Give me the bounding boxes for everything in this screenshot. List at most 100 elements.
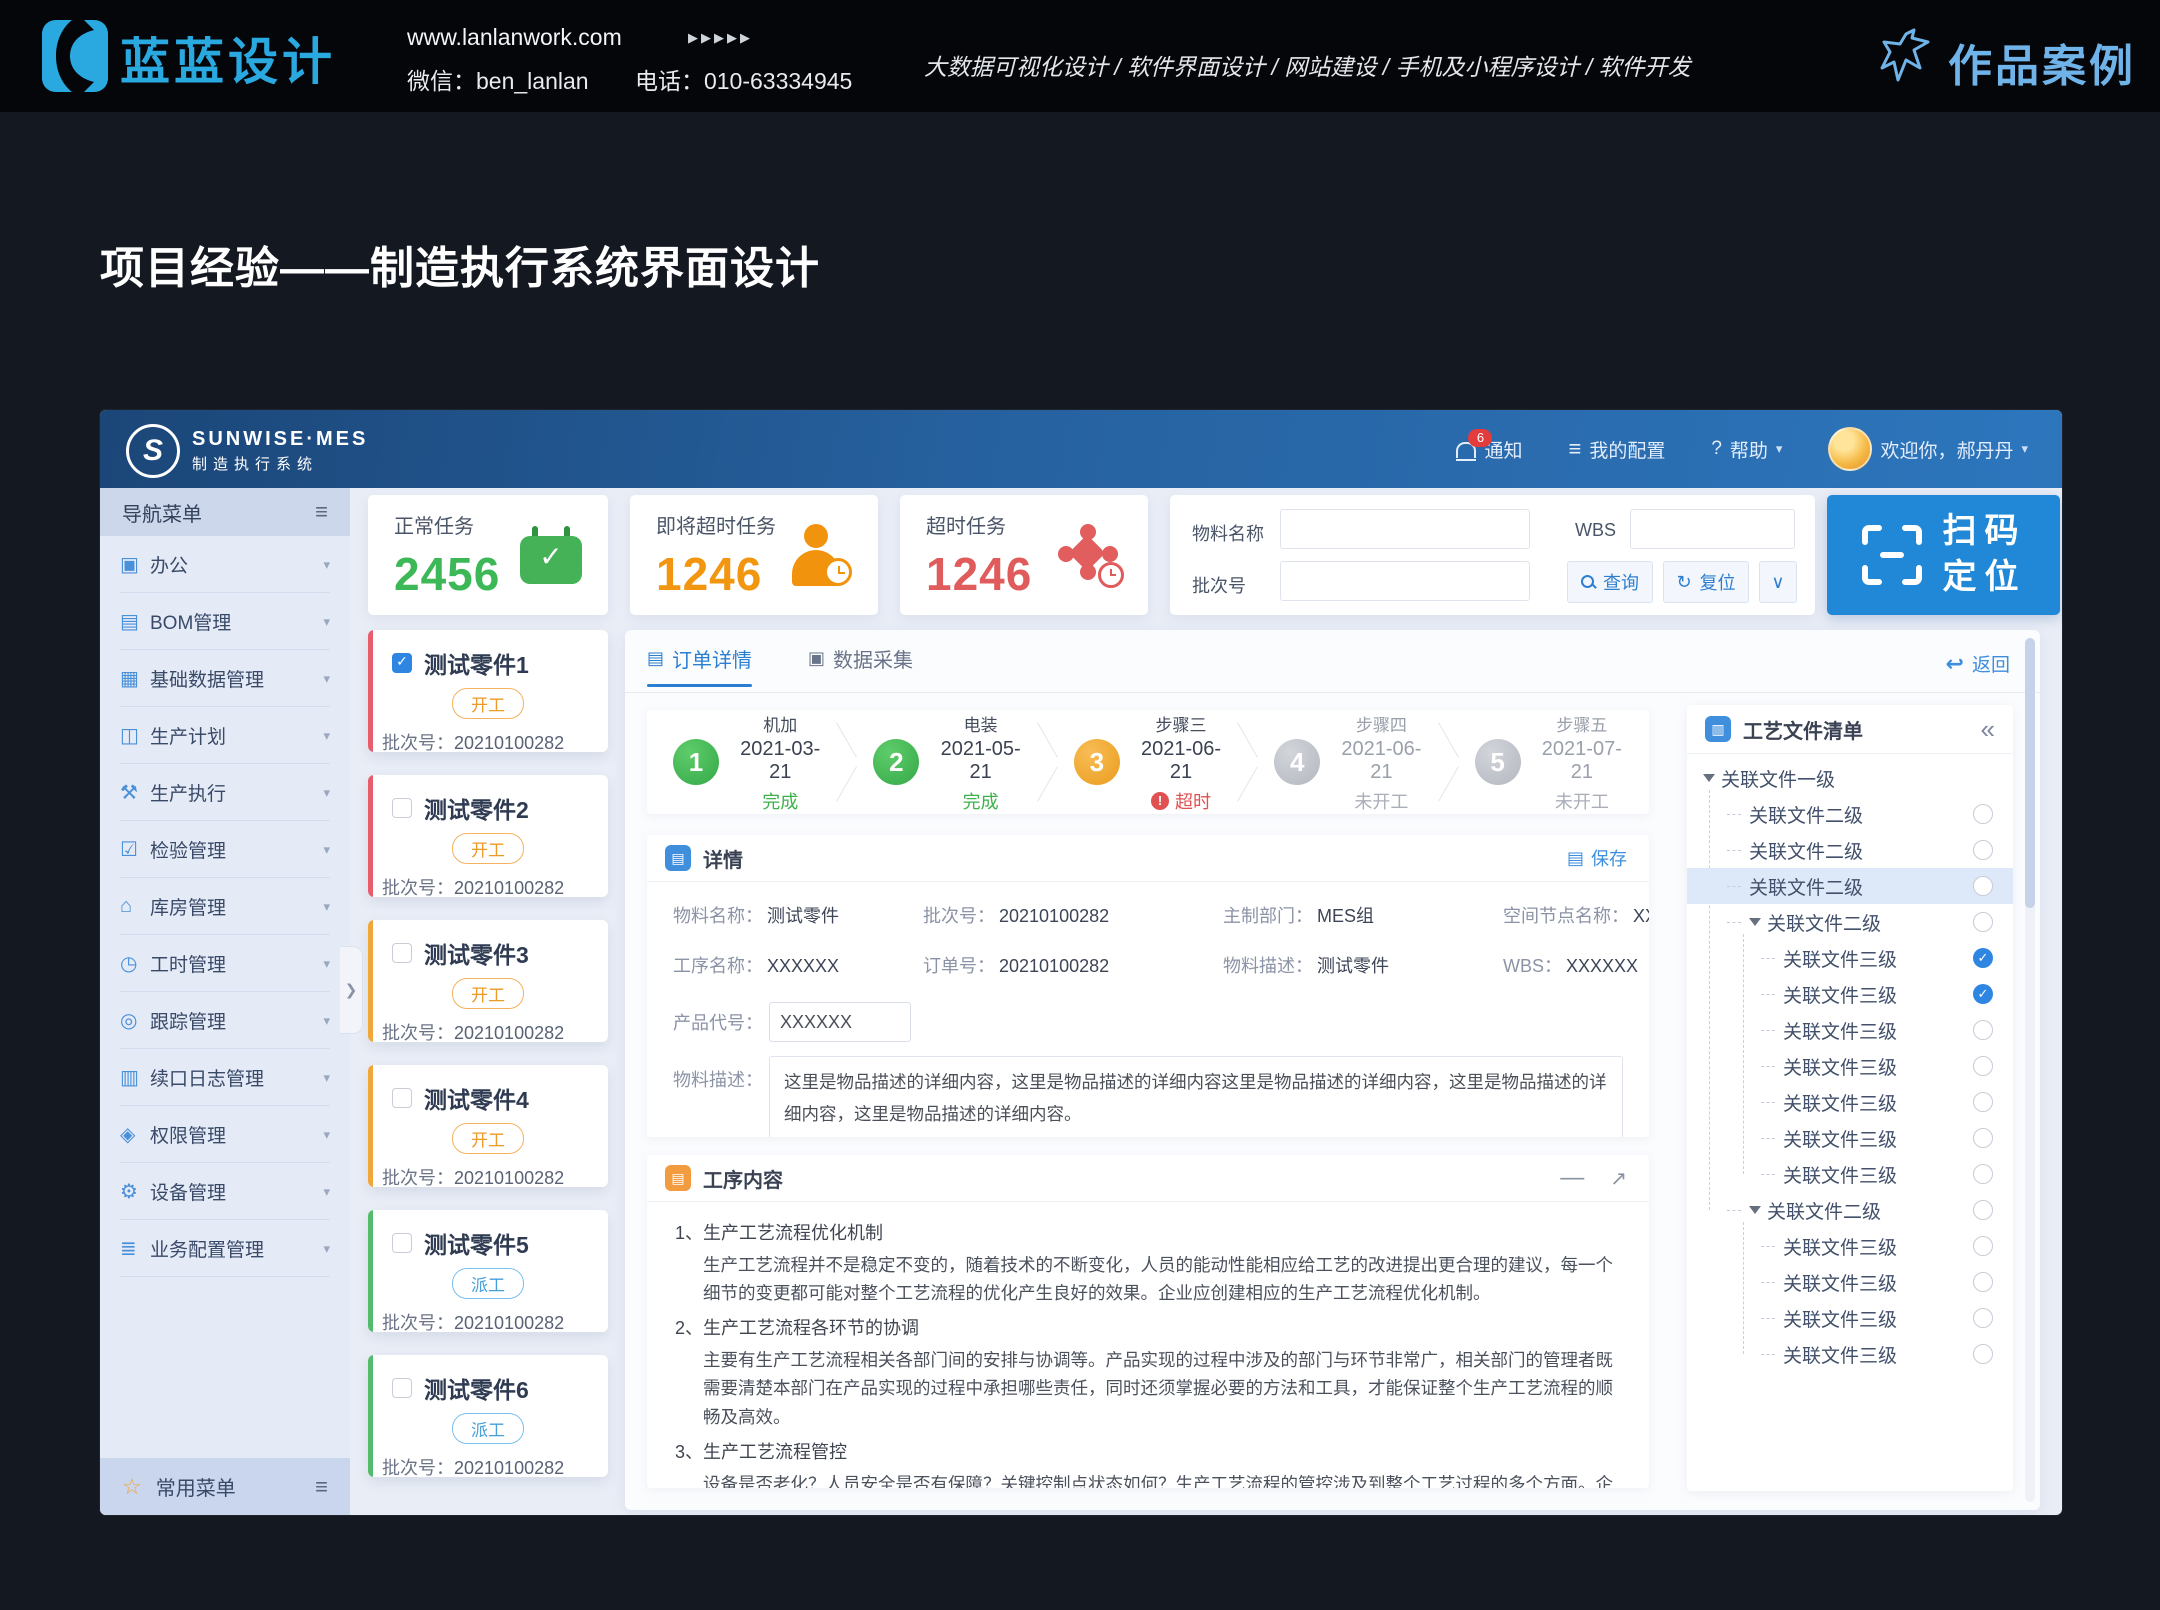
my-config-label: 我的配置: [1589, 436, 1665, 463]
material-name-input[interactable]: [1280, 509, 1530, 549]
radio-unchecked[interactable]: [1973, 1164, 1993, 1184]
save-button[interactable]: ▤ 保存: [1567, 845, 1627, 871]
my-config-button[interactable]: ≡ 我的配置: [1568, 436, 1665, 463]
bom-box-icon: ▤: [120, 609, 150, 634]
radio-checked[interactable]: [1973, 984, 1993, 1004]
radio-unchecked[interactable]: [1973, 840, 1993, 860]
tree-node-level3[interactable]: 关联文件三级: [1687, 940, 2013, 976]
radio-unchecked[interactable]: [1973, 1236, 1993, 1256]
tree-node-level1[interactable]: 关联文件一级: [1687, 760, 2013, 796]
radio-unchecked[interactable]: [1973, 1020, 1993, 1040]
mes-brand-sub: 制造执行系统: [192, 453, 368, 474]
sidebar-item-tracking[interactable]: ◎ 跟踪管理 ▾: [100, 992, 350, 1049]
material-desc-textarea[interactable]: 这里是物品描述的详细内容，这里是物品描述的详细内容这里是物品描述的详细内容，这里…: [769, 1056, 1623, 1137]
welcome-label: 欢迎你，郝丹丹: [1880, 436, 2013, 463]
back-button[interactable]: ↩ 返回: [1946, 650, 2010, 677]
query-button[interactable]: 查询: [1567, 561, 1653, 603]
reset-button[interactable]: ↻ 复位: [1663, 561, 1749, 603]
wbs-input[interactable]: [1630, 509, 1795, 549]
radio-unchecked[interactable]: [1973, 1056, 1993, 1076]
part-checkbox[interactable]: [392, 1233, 412, 1253]
radio-unchecked[interactable]: [1973, 876, 1993, 896]
part-checkbox[interactable]: [392, 798, 412, 818]
sidebar-item-warehouse[interactable]: ⌂ 库房管理 ▾: [100, 878, 350, 935]
tree-node-level3[interactable]: 关联文件三级: [1687, 1300, 2013, 1336]
help-menu[interactable]: ? 帮助 ▾: [1711, 436, 1782, 463]
tree-node-level2-selected[interactable]: 关联文件二级: [1687, 868, 2013, 904]
part-checkbox[interactable]: [392, 1378, 412, 1398]
radio-unchecked[interactable]: [1973, 1128, 1993, 1148]
batch-no-input[interactable]: [1280, 561, 1530, 601]
site-url[interactable]: www.lanlanwork.com: [407, 24, 622, 51]
sidebar-footer-favorites[interactable]: ☆ 常用菜单 ≡: [100, 1458, 350, 1515]
part-card-3[interactable]: 测试零件3 开工 批次号：20210100282: [368, 920, 608, 1042]
scan-locate-button[interactable]: 扫码 定位: [1827, 495, 2060, 615]
tree-node-level3[interactable]: 关联文件三级: [1687, 1228, 2013, 1264]
sidebar-item-business-config[interactable]: ≣ 业务配置管理 ▾: [100, 1220, 350, 1277]
radio-unchecked[interactable]: [1973, 1308, 1993, 1328]
user-menu[interactable]: 欢迎你，郝丹丹 ▾: [1828, 427, 2028, 471]
sidebar-expand-handle[interactable]: ❯: [340, 946, 363, 1034]
step-number: 5: [1475, 739, 1521, 785]
tree-dash: [1761, 1354, 1775, 1355]
expand-filters-button[interactable]: ∨: [1759, 561, 1797, 603]
tree-node-level3[interactable]: 关联文件三级: [1687, 1336, 2013, 1372]
scrollbar-thumb[interactable]: [2025, 638, 2035, 908]
menu-collapse-icon[interactable]: ≡: [315, 499, 328, 525]
qr-scan-icon: [1861, 524, 1923, 586]
radio-unchecked[interactable]: [1973, 1272, 1993, 1292]
services-menu: 大数据可视化设计 / 软件界面设计 / 网站建设 / 手机及小程序设计 / 软件…: [924, 48, 1824, 82]
tree-node-level3[interactable]: 关联文件三级: [1687, 976, 2013, 1012]
minimize-icon[interactable]: —: [1560, 1166, 1584, 1190]
part-card-6[interactable]: 测试零件6 派工 批次号：20210100282: [368, 1355, 608, 1477]
sidebar-item-production-exec[interactable]: ⚒ 生产执行 ▾: [100, 764, 350, 821]
sidebar-item-production-plan[interactable]: ◫ 生产计划 ▾: [100, 707, 350, 764]
tab-data-collection[interactable]: ▣ 数据采集: [808, 644, 913, 687]
tree-node-level2[interactable]: 关联文件二级: [1687, 1192, 2013, 1228]
collapse-panel-icon[interactable]: «: [1981, 716, 1995, 742]
radio-unchecked[interactable]: [1973, 1200, 1993, 1220]
sidebar-item-bom[interactable]: ▤ BOM管理 ▾: [100, 593, 350, 650]
help-icon: ?: [1711, 438, 1722, 460]
tree-node-level3[interactable]: 关联文件三级: [1687, 1264, 2013, 1300]
step-1: 1 机加 2021-03-21 完成: [647, 710, 847, 814]
part-checkbox[interactable]: [392, 653, 412, 673]
tree-node-level3[interactable]: 关联文件三级: [1687, 1084, 2013, 1120]
sidebar-item-work-hours[interactable]: ◷ 工时管理 ▾: [100, 935, 350, 992]
sidebar-item-inspection[interactable]: ☑ 检验管理 ▾: [100, 821, 350, 878]
tree-dash: [1761, 1282, 1775, 1283]
part-checkbox[interactable]: [392, 943, 412, 963]
expand-icon[interactable]: ↗: [1610, 1166, 1627, 1191]
radio-unchecked[interactable]: [1973, 912, 1993, 932]
sidebar-item-base-data[interactable]: ▦ 基础数据管理 ▾: [100, 650, 350, 707]
sidebar-item-permissions[interactable]: ◈ 权限管理 ▾: [100, 1106, 350, 1163]
product-code-input[interactable]: XXXXXX: [769, 1002, 911, 1042]
tree-node-level3[interactable]: 关联文件三级: [1687, 1012, 2013, 1048]
part-card-2[interactable]: 测试零件2 开工 批次号：20210100282: [368, 775, 608, 897]
part-card-4[interactable]: 测试零件4 开工 批次号：20210100282: [368, 1065, 608, 1187]
part-card-5[interactable]: 测试零件5 派工 批次号：20210100282: [368, 1210, 608, 1332]
portfolio-label[interactable]: 作品案例: [1948, 30, 2136, 94]
sidebar-item-interface-log[interactable]: ▥ 续口日志管理 ▾: [100, 1049, 350, 1106]
tree-node-level3[interactable]: 关联文件三级: [1687, 1120, 2013, 1156]
sidebar-item-equipment[interactable]: ⚙ 设备管理 ▾: [100, 1163, 350, 1220]
tree-node-level3[interactable]: 关联文件三级: [1687, 1048, 2013, 1084]
content-scrollbar[interactable]: [2025, 638, 2035, 1502]
tree-node-level3[interactable]: 关联文件三级: [1687, 1156, 2013, 1192]
radio-unchecked[interactable]: [1973, 1092, 1993, 1112]
chevron-down-icon: ▾: [323, 842, 330, 858]
tree-node-level2[interactable]: 关联文件二级: [1687, 904, 2013, 940]
step-number: 3: [1074, 739, 1120, 785]
chevron-down-icon: ▾: [323, 899, 330, 915]
tree-node-level2[interactable]: 关联文件二级: [1687, 796, 2013, 832]
order-doc-icon: ▤: [647, 648, 664, 669]
part-card-1[interactable]: 测试零件1 开工 批次号：20210100282: [368, 630, 608, 752]
part-checkbox[interactable]: [392, 1088, 412, 1108]
tab-order-detail[interactable]: ▤ 订单详情: [647, 644, 752, 687]
sidebar-item-office[interactable]: ▣ 办公 ▾: [100, 536, 350, 593]
radio-checked[interactable]: [1973, 948, 1993, 968]
notifications-button[interactable]: 6 通知: [1456, 436, 1522, 463]
radio-unchecked[interactable]: [1973, 1344, 1993, 1364]
tree-node-level2[interactable]: 关联文件二级: [1687, 832, 2013, 868]
radio-unchecked[interactable]: [1973, 804, 1993, 824]
